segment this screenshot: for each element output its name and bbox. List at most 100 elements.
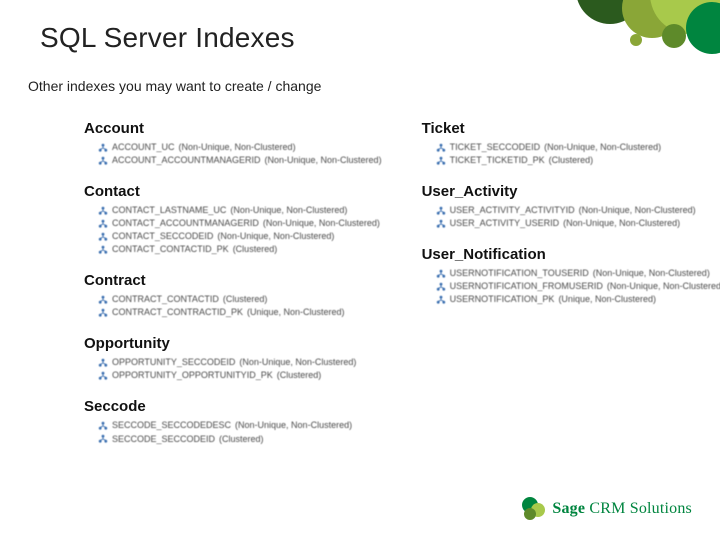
index-name: USER_ACTIVITY_USERID [450, 217, 560, 230]
section-heading: Ticket [422, 120, 720, 137]
index-tree-icon [98, 156, 108, 166]
index-list: OPPORTUNITY_SECCODEID (Non-Unique, Non-Cl… [98, 356, 382, 382]
index-properties: (Non-Unique, Non-Clustered) [179, 141, 296, 154]
index-section: Seccode SECCODE_SECCODEDESC (Non-Unique, N… [84, 398, 382, 445]
index-item: USERNOTIFICATION_PK(Unique, Non-Clustere… [436, 293, 720, 306]
index-tree-icon [436, 143, 446, 153]
index-list: SECCODE_SECCODEDESC (Non-Unique, Non-Clus… [98, 419, 382, 445]
sage-logo-icon [520, 496, 546, 522]
index-list: CONTRACT_CONTACTID(Clustered)CONTRACT_CO… [98, 293, 382, 319]
index-properties: (Non-Unique, Non-Clustered) [265, 154, 382, 167]
index-name: CONTACT_ACCOUNTMANAGERID [112, 217, 259, 230]
index-properties: (Clustered) [277, 369, 322, 382]
index-properties: (Non-Unique, Non-Clustered) [263, 217, 380, 230]
index-item: ACCOUNT_ACCOUNTMANAGERID (Non-Unique, Non… [98, 154, 382, 167]
index-tree-icon [98, 295, 108, 305]
index-section: User_Notification USERNOTIFICATION_TOUSER… [422, 246, 720, 306]
index-name: CONTRACT_CONTRACTID_PK [112, 306, 243, 319]
section-heading: User_Notification [422, 246, 720, 263]
index-properties: (Clustered) [549, 154, 594, 167]
index-tree-icon [98, 434, 108, 444]
index-list: TICKET_SECCODEID(Non-Unique, Non-Cluster… [436, 141, 720, 167]
content-columns: Account ACCOUNT_UC (Non-Unique, Non-Cluste… [84, 120, 680, 462]
section-heading: User_Activity [422, 183, 720, 200]
index-tree-icon [98, 245, 108, 255]
index-tree-icon [98, 143, 108, 153]
index-section: Ticket TICKET_SECCODEID(Non-Unique, Non-C… [422, 120, 720, 167]
index-name: USERNOTIFICATION_FROMUSERID [450, 280, 603, 293]
index-section: Opportunity OPPORTUNITY_SECCODEID (Non-Uni… [84, 335, 382, 382]
index-list: USERNOTIFICATION_TOUSERID (Non-Unique, No… [436, 267, 720, 306]
section-heading: Contact [84, 183, 382, 200]
index-tree-icon [436, 156, 446, 166]
index-item: CONTRACT_CONTRACTID_PK(Unique, Non-Clust… [98, 306, 382, 319]
index-name: ACCOUNT_ACCOUNTMANAGERID [112, 154, 261, 167]
index-list: ACCOUNT_UC(Non-Unique, Non-Clustered)ACC… [98, 141, 382, 167]
index-name: CONTACT_LASTNAME_UC [112, 204, 226, 217]
index-name: USERNOTIFICATION_TOUSERID [450, 267, 589, 280]
index-name: TICKET_TICKETID_PK [450, 154, 545, 167]
index-properties: (Non-Unique, Non-Clustered) [239, 356, 356, 369]
index-item: USER_ACTIVITY_USERID(Non-Unique, Non-Clu… [436, 217, 720, 230]
index-tree-icon [436, 282, 446, 292]
index-tree-icon [98, 219, 108, 229]
index-item: TICKET_SECCODEID(Non-Unique, Non-Cluster… [436, 141, 720, 154]
index-properties: (Unique, Non-Clustered) [558, 293, 656, 306]
index-item: TICKET_TICKETID_PK (Clustered) [436, 154, 720, 167]
index-tree-icon [98, 421, 108, 431]
index-properties: (Non-Unique, Non-Clustered) [563, 217, 680, 230]
section-heading: Seccode [84, 398, 382, 415]
index-properties: (Non-Unique, Non-Clustered) [544, 141, 661, 154]
index-name: TICKET_SECCODEID [450, 141, 541, 154]
index-name: SECCODE_SECCODEDESC [112, 419, 231, 432]
index-item: CONTRACT_CONTACTID(Clustered) [98, 293, 382, 306]
index-section: User_ActivityUSER_ACTIVITY_ACTIVITYID(No… [422, 183, 720, 230]
index-tree-icon [98, 232, 108, 242]
index-properties: (Non-Unique, Non-Clustered) [230, 204, 347, 217]
page-title: SQL Server Indexes [40, 22, 295, 54]
index-tree-icon [436, 206, 446, 216]
index-name: SECCODE_SECCODEID [112, 433, 215, 446]
index-section: Account ACCOUNT_UC (Non-Unique, Non-Cluste… [84, 120, 382, 167]
index-properties: (Non-Unique, Non-Clustered) [607, 280, 720, 293]
index-section: Contact CONTACT_LASTNAME_UC (Non-Unique, N… [84, 183, 382, 256]
index-name: USERNOTIFICATION_PK [450, 293, 555, 306]
index-item: OPPORTUNITY_OPPORTUNITYID_PK (Clustered) [98, 369, 382, 382]
index-name: ACCOUNT_UC [112, 141, 175, 154]
index-item: USERNOTIFICATION_TOUSERID (Non-Unique, No… [436, 267, 720, 280]
section-heading: Contract [84, 272, 382, 289]
section-heading: Opportunity [84, 335, 382, 352]
index-item: CONTACT_ACCOUNTMANAGERID (Non-Unique, Non… [98, 217, 382, 230]
index-tree-icon [436, 295, 446, 305]
index-list: CONTACT_LASTNAME_UC (Non-Unique, Non-Clus… [98, 204, 382, 256]
index-tree-icon [98, 358, 108, 368]
index-tree-icon [98, 371, 108, 381]
left-column: Account ACCOUNT_UC (Non-Unique, Non-Cluste… [84, 120, 382, 462]
index-name: OPPORTUNITY_OPPORTUNITYID_PK [112, 369, 273, 382]
index-item: CONTACT_CONTACTID_PK(Clustered) [98, 243, 382, 256]
index-properties: (Non-Unique, Non-Clustered) [579, 204, 696, 217]
index-name: USER_ACTIVITY_ACTIVITYID [450, 204, 575, 217]
index-item: USER_ACTIVITY_ACTIVITYID (Non-Unique, Non… [436, 204, 720, 217]
index-properties: (Clustered) [233, 243, 278, 256]
section-heading: Account [84, 120, 382, 137]
index-properties: (Non-Unique, Non-Clustered) [235, 419, 352, 432]
index-item: SECCODE_SECCODEID(Clustered) [98, 433, 382, 446]
index-name: CONTACT_SECCODEID [112, 230, 213, 243]
right-column: TicketTICKET_SECCODEID(Non-Unique, Non-C… [422, 120, 720, 462]
index-tree-icon [98, 206, 108, 216]
index-name: CONTRACT_CONTACTID [112, 293, 219, 306]
index-item: OPPORTUNITY_SECCODEID (Non-Unique, Non-Cl… [98, 356, 382, 369]
index-list: USER_ACTIVITY_ACTIVITYID(Non-Unique, Non… [436, 204, 720, 230]
index-tree-icon [436, 269, 446, 279]
index-tree-icon [98, 308, 108, 318]
slide: SQL Server Indexes Other indexes you may… [0, 0, 720, 540]
index-item: CONTACT_SECCODEID(Non-Unique, Non-Cluste… [98, 230, 382, 243]
index-item: CONTACT_LASTNAME_UC (Non-Unique, Non-Clus… [98, 204, 382, 217]
index-item: USERNOTIFICATION_FROMUSERID (Non-Unique, … [436, 280, 720, 293]
index-item: SECCODE_SECCODEDESC (Non-Unique, Non-Clus… [98, 419, 382, 432]
sage-crm-logo: Sage CRM Solutions [520, 496, 692, 522]
index-name: OPPORTUNITY_SECCODEID [112, 356, 235, 369]
sage-logo-text: Sage CRM Solutions [552, 500, 692, 518]
index-properties: (Non-Unique, Non-Clustered) [593, 267, 710, 280]
